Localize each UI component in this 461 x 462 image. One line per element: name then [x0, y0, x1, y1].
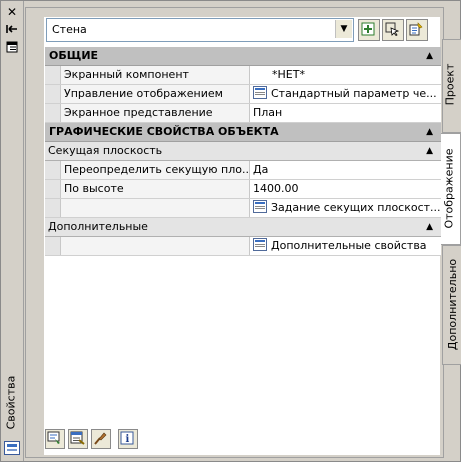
subcategory-additional[interactable]: Дополнительные ▲ [45, 218, 441, 237]
svg-text:i: i [126, 434, 130, 445]
object-type-select[interactable]: Стена ▼ [46, 18, 354, 42]
select-objects-button[interactable] [382, 19, 404, 41]
property-value[interactable]: Стандартный параметр че... [250, 85, 441, 103]
cut-planes-icon [253, 200, 267, 213]
additional-properties-icon [253, 238, 267, 251]
palette-icon[interactable] [4, 441, 20, 455]
chevron-up-icon[interactable]: ▲ [426, 47, 433, 65]
style-editor-button[interactable] [45, 429, 65, 449]
quick-select-button[interactable] [406, 19, 428, 41]
property-value[interactable]: План [250, 104, 441, 122]
property-row[interactable]: Экранный компонент *НЕТ* [45, 66, 441, 85]
autohide-icon[interactable] [5, 23, 19, 37]
chevron-down-icon[interactable]: ▼ [335, 20, 352, 38]
property-name: Управление отображением [61, 85, 250, 103]
property-value[interactable]: Да [250, 161, 441, 179]
property-row[interactable]: Экранное представление План [45, 104, 441, 123]
category-general-title: ОБЩИЕ [49, 49, 99, 62]
subcategory-cut-plane[interactable]: Секущая плоскость ▲ [45, 142, 441, 161]
property-value-text: Стандартный параметр че... [271, 87, 437, 100]
category-graphic-title: ГРАФИЧЕСКИЕ СВОЙСТВА ОБЪЕКТА [49, 125, 279, 138]
info-icon[interactable]: i [118, 429, 138, 449]
tab-display-label: Отображение [442, 148, 456, 229]
property-row[interactable]: По высоте 1400.00 [45, 180, 441, 199]
chevron-up-icon[interactable]: ▲ [426, 142, 433, 160]
subcategory-title: Секущая плоскость [48, 144, 163, 157]
close-icon[interactable]: ✕ [5, 5, 19, 19]
property-value[interactable]: *НЕТ* [250, 66, 441, 84]
tab-additional-label: Дополнительно [446, 258, 460, 351]
chevron-up-icon[interactable]: ▲ [426, 218, 433, 236]
properties-palette: ✕ Свойства Стена ▼ ОБЩИЕ ▲ Экранный комп… [0, 0, 461, 462]
property-name: Экранный компонент [61, 66, 250, 84]
property-name: Переопределить секущую пло... [61, 161, 250, 179]
property-row[interactable]: Переопределить секущую пло... Да [45, 161, 441, 180]
palette-title-label: Свойства [4, 375, 18, 430]
display-properties-button[interactable] [68, 429, 88, 449]
category-general[interactable]: ОБЩИЕ ▲ [45, 47, 441, 66]
property-grid: ОБЩИЕ ▲ Экранный компонент *НЕТ* Управле… [45, 47, 441, 256]
property-row[interactable]: Задание секущих плоскост... [45, 199, 441, 218]
match-properties-button[interactable] [91, 429, 111, 449]
subcategory-title: Дополнительные [48, 220, 148, 233]
property-value[interactable]: 1400.00 [250, 180, 441, 198]
palette-title: Свойства [3, 376, 21, 436]
toggle-pickadd-button[interactable] [358, 19, 380, 41]
palette-title-bar: ✕ Свойства [1, 1, 24, 461]
menu-icon[interactable] [5, 41, 19, 55]
tab-display[interactable]: Отображение [441, 133, 461, 245]
display-control-icon [253, 86, 267, 99]
property-value-text: Задание секущих плоскост... [271, 201, 441, 214]
tab-project[interactable]: Проект [442, 39, 461, 133]
property-name: По высоте [61, 180, 250, 198]
property-value[interactable]: Дополнительные свойства [250, 237, 441, 255]
property-name [61, 237, 250, 255]
property-row[interactable]: Управление отображением Стандартный пара… [45, 85, 441, 104]
object-toolbar: Стена ▼ [46, 18, 436, 42]
category-graphic[interactable]: ГРАФИЧЕСКИЕ СВОЙСТВА ОБЪЕКТА ▲ [45, 123, 441, 142]
property-value-text: Дополнительные свойства [271, 239, 427, 252]
property-value[interactable]: Задание секущих плоскост... [250, 199, 441, 217]
property-row[interactable]: Дополнительные свойства [45, 237, 441, 256]
object-type-value: Стена [52, 23, 87, 36]
tab-project-label: Проект [443, 63, 457, 106]
property-name: Экранное представление [61, 104, 250, 122]
property-name [61, 199, 250, 217]
tab-additional[interactable]: Дополнительно [442, 245, 461, 365]
chevron-up-icon[interactable]: ▲ [426, 123, 433, 141]
